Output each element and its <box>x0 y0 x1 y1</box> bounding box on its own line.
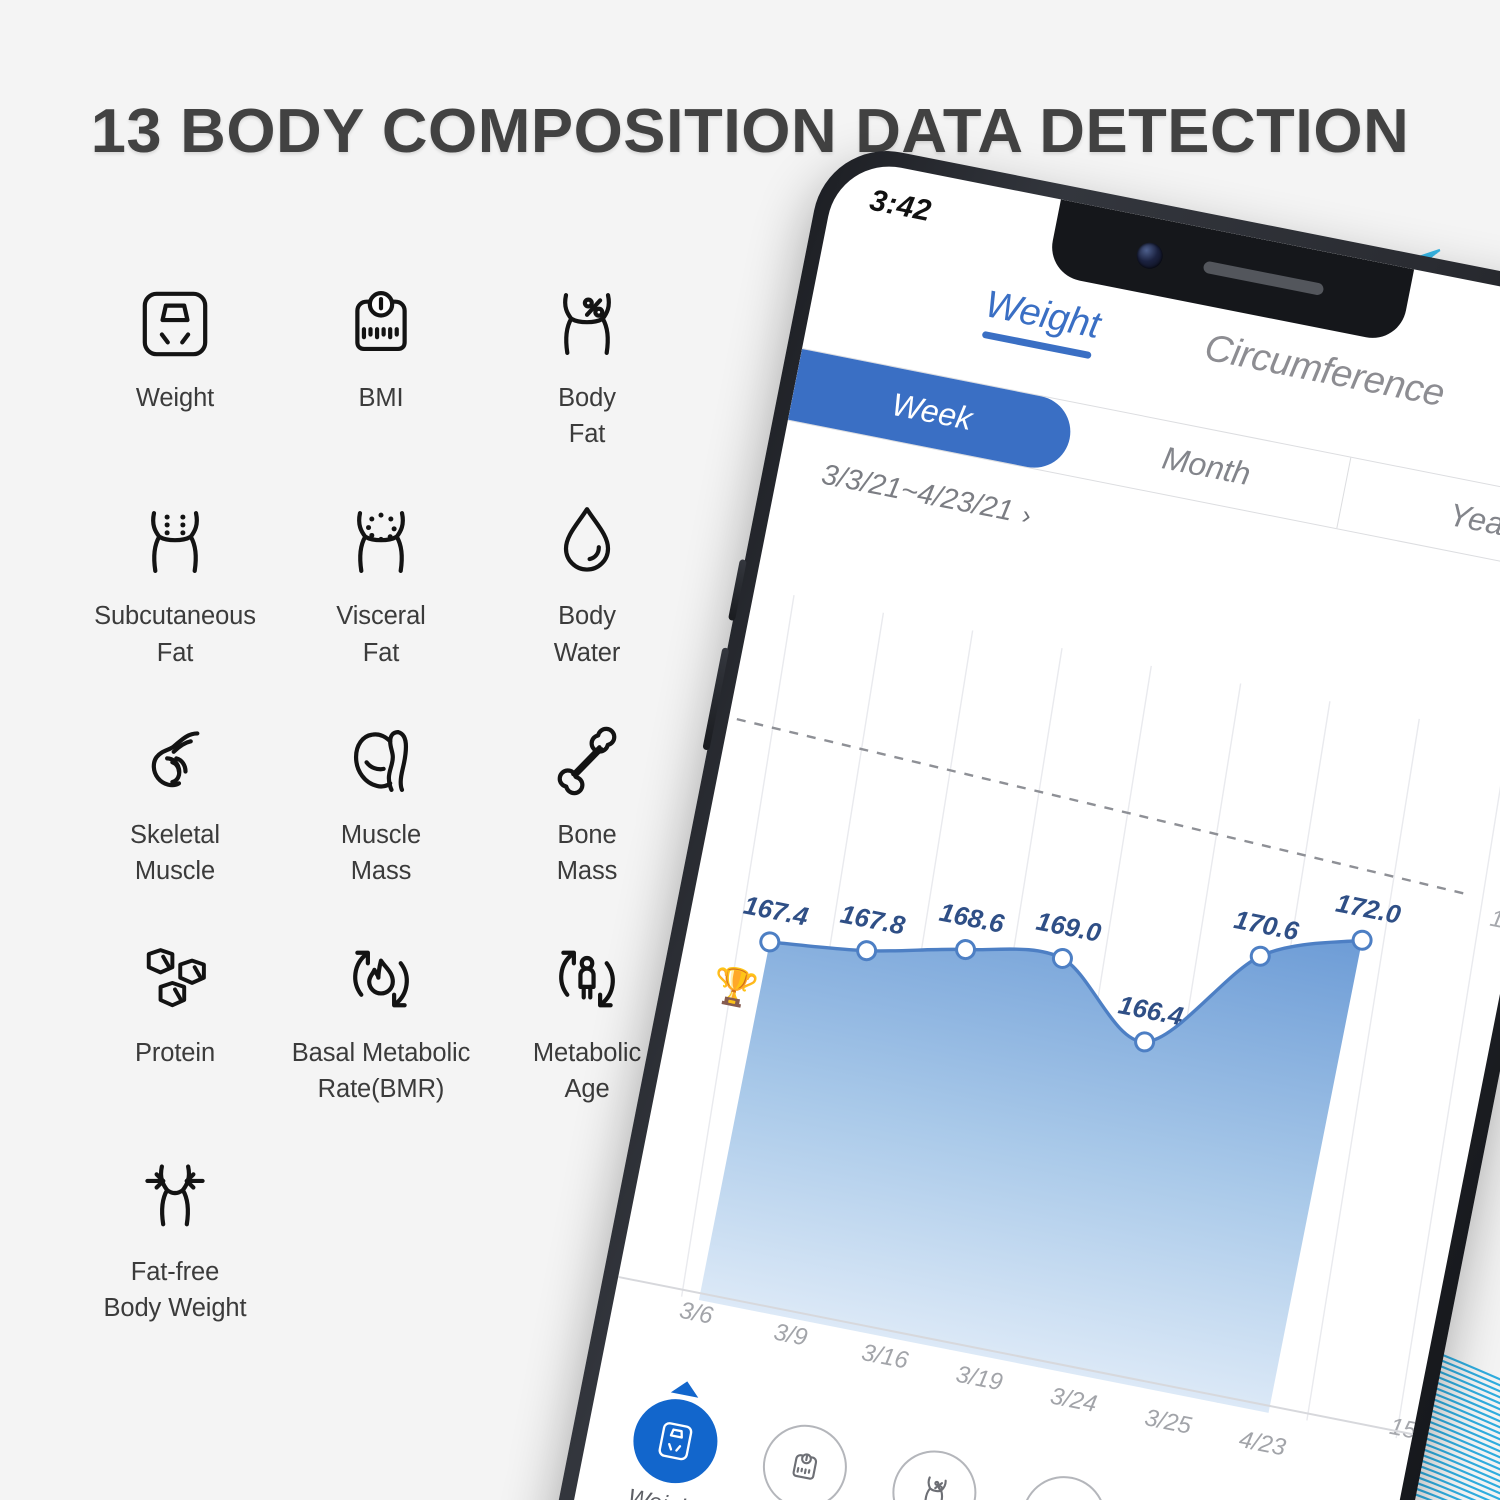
bone-icon <box>1144 1494 1243 1500</box>
molecule-hexagon-icon <box>129 933 221 1025</box>
waist-percent-icon <box>541 278 633 370</box>
feature-item-weight: Weight <box>72 278 278 452</box>
feature-label: Fat-free Body Weight <box>103 1257 247 1322</box>
dial-scale-icon <box>335 278 427 370</box>
nav-item-label: Weight <box>626 1483 701 1500</box>
volume-up-button[interactable] <box>727 558 747 622</box>
x-axis-tick: 3/9 <box>771 1318 810 1352</box>
water-drop-icon <box>541 496 633 588</box>
feature-label: Bone Mass <box>556 820 618 886</box>
waist-dots-circle-icon <box>335 496 427 588</box>
feature-label: Body Fat <box>558 384 616 449</box>
x-axis-tick: 3/24 <box>1048 1382 1100 1419</box>
tab-weight[interactable]: Weight <box>979 283 1104 359</box>
feature-label: Visceral Fat <box>336 602 426 667</box>
feature-item-bmi: BMI <box>278 278 484 452</box>
date-range-selector[interactable]: 3/3/21~4/23/21 › <box>819 459 1034 533</box>
date-range-label: 3/3/21~4/23/21 <box>818 458 1016 528</box>
chevron-right-icon: › <box>1019 499 1034 531</box>
nav-item-weight[interactable]: Weight <box>600 1369 748 1500</box>
feature-label: Metabolic Age <box>532 1039 642 1104</box>
body-scale-icon <box>129 278 221 370</box>
nav-item-bmi[interactable]: BMI <box>729 1395 877 1500</box>
phone-screen: 3:42 Weight Circumference Week Month Yea… <box>550 155 1500 1500</box>
page-title: 13 BODY COMPOSITION DATA DETECTION <box>90 97 1410 166</box>
feature-row: Skeletal Muscle Muscle Mass Bone Mass <box>72 715 692 933</box>
segment-month[interactable]: Month <box>1062 403 1352 529</box>
feature-item-protein: Protein <box>72 933 278 1107</box>
segment-week[interactable]: Week <box>787 348 1077 474</box>
feature-label: Subcutaneous Fat <box>94 602 256 667</box>
person-cycle-icon <box>541 933 633 1025</box>
x-axis-tick: 4/23 <box>1236 1425 1288 1462</box>
feature-label: Muscle Mass <box>340 820 422 886</box>
nav-item-body-water[interactable]: Body Water <box>988 1446 1136 1500</box>
feature-label: Basal Metabolic Rate(BMR) <box>291 1039 471 1104</box>
feature-label: Protein <box>134 1039 216 1068</box>
feature-item-bone-mass: Bone Mass <box>484 715 690 889</box>
feature-item-body-water: Body Water <box>484 496 690 670</box>
dial-scale-icon <box>755 1417 855 1500</box>
waist-percent-icon <box>885 1443 984 1500</box>
feature-item-muscle-mass: Muscle Mass <box>278 715 484 889</box>
waist-arrows-icon <box>129 1152 221 1244</box>
bone-icon <box>541 715 633 807</box>
feature-row: Subcutaneous Fat Visceral Fat Body Water <box>72 496 692 714</box>
feature-item-visceral-fat: Visceral Fat <box>278 496 484 670</box>
x-axis-tick: 3/19 <box>953 1360 1005 1397</box>
feature-item-subcutaneous-fat: Subcutaneous Fat <box>72 496 278 670</box>
front-camera-icon <box>1134 240 1165 272</box>
feature-item-bmr: Basal Metabolic Rate(BMR) <box>278 933 484 1107</box>
feature-label: Weight <box>135 384 215 412</box>
earpiece-speaker <box>1202 260 1325 296</box>
waist-dots-column-icon <box>129 496 221 588</box>
feature-row: Weight BMI Body Fat <box>72 278 692 496</box>
x-axis-tick: 3/16 <box>859 1338 911 1375</box>
feature-item-skeletal-muscle: Skeletal Muscle <box>72 715 278 889</box>
segment-year[interactable]: Year <box>1338 458 1500 583</box>
nav-selected-caret-icon <box>670 1378 702 1398</box>
body-scale-icon <box>626 1391 725 1491</box>
status-time: 3:42 <box>867 183 934 229</box>
feature-item-fat-free-body-weight: Fat-free Body Weight <box>72 1152 278 1326</box>
feature-item-body-fat: Body Fat <box>484 278 690 452</box>
x-axis-tick: 3/25 <box>1142 1404 1194 1440</box>
feature-row: Protein Basal Metabolic Rate(BMR) Metabo… <box>72 933 692 1151</box>
flame-cycle-icon <box>335 933 427 1025</box>
skeletal-muscle-icon <box>129 715 221 807</box>
feature-label: BMI <box>358 384 404 412</box>
nav-item-body-fat[interactable]: Body Fat <box>859 1421 1007 1500</box>
feature-spacer <box>278 1152 484 1326</box>
trophy-icon: 🏆 <box>709 962 762 1012</box>
x-axis-tick: 3/6 <box>677 1296 716 1330</box>
feature-label: Skeletal Muscle <box>130 820 220 886</box>
water-drop-icon <box>1014 1468 1114 1500</box>
flexed-bicep-icon <box>335 715 427 807</box>
feature-label: Body Water <box>553 602 621 667</box>
feature-grid: Weight BMI Body Fat Subcutaneous Fat Vis… <box>72 278 692 1370</box>
